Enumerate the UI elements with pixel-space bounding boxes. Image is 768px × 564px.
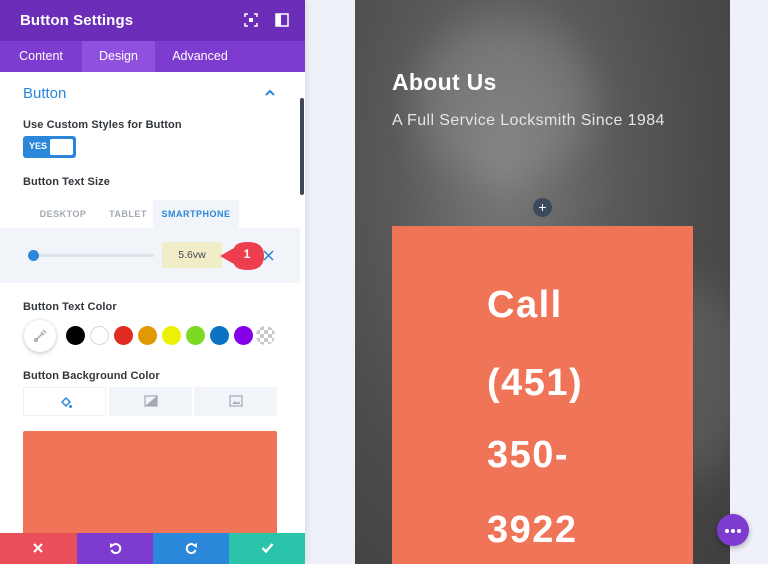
device-tab-smartphone[interactable]: SMARTPHONE bbox=[153, 200, 239, 228]
color-swatch[interactable] bbox=[66, 326, 85, 345]
settings-panel: Button Settings Content Design Advanced … bbox=[0, 0, 305, 564]
call-button-text: Call bbox=[487, 284, 563, 326]
call-button[interactable]: Call (451) 350- 3922 bbox=[392, 226, 693, 564]
background-blur bbox=[415, 20, 595, 180]
slider-handle[interactable] bbox=[28, 250, 39, 261]
color-swatch[interactable] bbox=[162, 326, 181, 345]
call-button-text: 350- bbox=[487, 434, 570, 476]
color-swatch[interactable] bbox=[90, 326, 109, 345]
dot bbox=[737, 529, 741, 533]
page-preview: About Us A Full Service Locksmith Since … bbox=[355, 0, 730, 564]
bg-tab-gradient[interactable] bbox=[109, 387, 192, 416]
color-swatch[interactable] bbox=[210, 326, 229, 345]
close-icon bbox=[33, 543, 43, 553]
panel-scrollbar[interactable] bbox=[300, 98, 304, 195]
device-tabs: DESKTOP TABLET SMARTPHONE bbox=[23, 200, 239, 228]
gradient-icon bbox=[144, 395, 158, 407]
step-marker-number: 1 bbox=[243, 247, 251, 261]
text-size-slider[interactable] bbox=[30, 254, 154, 257]
dot bbox=[731, 529, 735, 533]
bg-color-preview[interactable] bbox=[23, 431, 277, 541]
chevron-up-icon[interactable] bbox=[264, 88, 276, 98]
text-size-input[interactable] bbox=[162, 242, 222, 268]
device-tab-tablet[interactable]: TABLET bbox=[103, 200, 153, 228]
panel-header: Button Settings bbox=[0, 0, 305, 41]
custom-styles-label: Use Custom Styles for Button bbox=[23, 119, 182, 131]
bg-type-tabs bbox=[23, 387, 277, 416]
color-swatch[interactable] bbox=[114, 326, 133, 345]
tab-content[interactable]: Content bbox=[0, 41, 82, 72]
toggle-label: YES bbox=[29, 141, 48, 151]
undo-icon bbox=[110, 543, 122, 555]
check-icon bbox=[261, 543, 274, 554]
redo-button[interactable] bbox=[153, 533, 229, 564]
color-swatch[interactable] bbox=[138, 326, 157, 345]
panel-tabs: Content Design Advanced bbox=[0, 41, 305, 72]
call-button-text: (451) bbox=[487, 362, 584, 404]
image-icon bbox=[229, 395, 243, 407]
text-size-label: Button Text Size bbox=[23, 176, 110, 188]
color-swatch[interactable] bbox=[234, 326, 253, 345]
toggle-knob bbox=[50, 139, 73, 155]
paint-bucket-icon bbox=[60, 396, 72, 408]
more-options-button[interactable] bbox=[717, 514, 749, 546]
bg-tab-color[interactable] bbox=[23, 387, 106, 416]
section-subheading: A Full Service Locksmith Since 1984 bbox=[392, 112, 665, 129]
custom-styles-toggle[interactable]: YES bbox=[23, 136, 76, 158]
device-tab-desktop[interactable]: DESKTOP bbox=[23, 200, 103, 228]
undo-button[interactable] bbox=[77, 533, 153, 564]
add-module-button[interactable]: + bbox=[533, 198, 552, 217]
color-swatch[interactable] bbox=[186, 326, 205, 345]
section-title[interactable]: Button bbox=[23, 85, 66, 102]
bg-tab-image[interactable] bbox=[194, 387, 277, 416]
tab-advanced[interactable]: Advanced bbox=[155, 41, 245, 72]
action-bar bbox=[0, 533, 305, 564]
call-button-text: 3922 bbox=[487, 509, 578, 551]
reset-icon[interactable] bbox=[263, 250, 274, 261]
text-color-label: Button Text Color bbox=[23, 301, 117, 313]
dot bbox=[725, 529, 729, 533]
text-size-control: 1 bbox=[0, 228, 300, 283]
panel-title: Button Settings bbox=[20, 12, 134, 29]
discard-button[interactable] bbox=[0, 533, 77, 564]
color-swatch-transparent[interactable] bbox=[256, 326, 275, 345]
color-picker-button[interactable] bbox=[24, 320, 56, 352]
section-heading: About Us bbox=[392, 69, 497, 95]
eyedropper-icon bbox=[34, 329, 47, 342]
save-button[interactable] bbox=[229, 533, 305, 564]
bg-color-label: Button Background Color bbox=[23, 370, 160, 382]
tab-design[interactable]: Design bbox=[82, 41, 155, 72]
fullscreen-icon[interactable] bbox=[244, 13, 258, 27]
redo-icon bbox=[185, 543, 197, 555]
split-view-icon[interactable] bbox=[275, 13, 289, 27]
